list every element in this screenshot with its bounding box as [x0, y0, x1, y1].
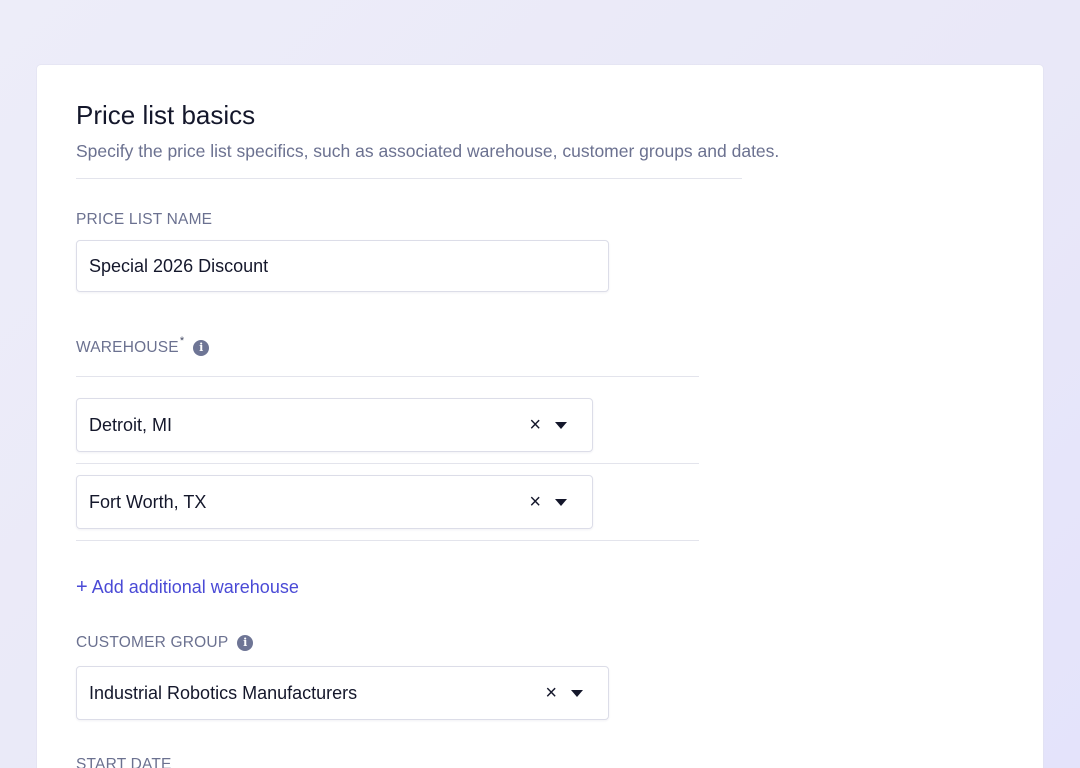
section-subtitle: Specify the price list specifics, such a…: [76, 141, 780, 161]
add-warehouse-link[interactable]: + Add additional warehouse: [76, 576, 299, 599]
header-divider: [76, 178, 742, 179]
clear-icon[interactable]: ×: [545, 683, 557, 703]
warehouse-select-1[interactable]: Detroit, MI ×: [76, 398, 593, 452]
warehouse-select-value: Fort Worth, TX: [89, 491, 207, 512]
price-list-name-label: PRICE LIST NAME: [76, 211, 213, 228]
warehouse-select-value: Detroit, MI: [89, 414, 173, 435]
customer-group-label: CUSTOMER GROUP i: [76, 634, 254, 652]
warehouse-divider: [76, 376, 699, 377]
price-list-name-field[interactable]: [76, 240, 609, 292]
clear-icon[interactable]: ×: [529, 415, 541, 435]
chevron-down-icon[interactable]: [571, 689, 583, 697]
info-icon[interactable]: i: [193, 340, 210, 356]
plus-icon: +: [76, 576, 88, 598]
start-date-label: START DATE: [76, 756, 172, 768]
clear-icon[interactable]: ×: [529, 492, 541, 512]
chevron-down-icon[interactable]: [555, 498, 567, 506]
customer-group-select-value: Industrial Robotics Manufacturers: [89, 682, 358, 703]
warehouse-row-divider: [76, 463, 699, 464]
warehouse-label: WAREHOUSE * i: [76, 335, 210, 357]
warehouse-select-2[interactable]: Fort Worth, TX ×: [76, 475, 593, 529]
customer-group-select[interactable]: Industrial Robotics Manufacturers ×: [76, 666, 609, 720]
required-asterisk: *: [179, 335, 185, 347]
warehouse-row-divider: [76, 540, 699, 541]
price-list-card: Price list basics Specify the price list…: [37, 65, 1043, 768]
chevron-down-icon[interactable]: [555, 421, 567, 429]
section-title: Price list basics: [76, 100, 256, 130]
price-list-name-input[interactable]: [89, 255, 608, 277]
info-icon[interactable]: i: [237, 635, 254, 651]
